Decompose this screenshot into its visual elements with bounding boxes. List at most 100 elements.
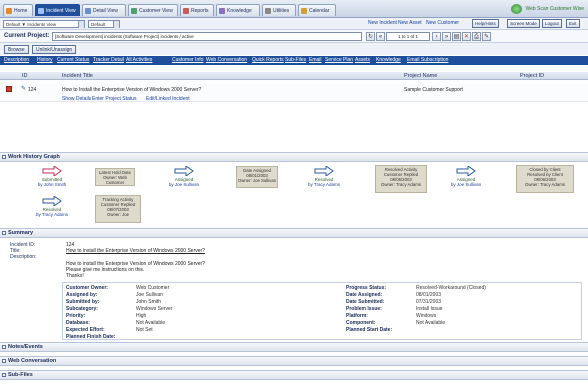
ql-service-plan[interactable]: Service Plan: [325, 57, 353, 63]
ql-description[interactable]: Description: [4, 57, 29, 63]
row-project: Sample Customer Support: [404, 87, 463, 93]
field-label: Problem Issue:: [346, 306, 382, 312]
browse-button[interactable]: Browse: [4, 45, 29, 54]
tab-incident-view[interactable]: Incident View: [35, 4, 80, 16]
filter-select[interactable]: Default: [88, 20, 120, 28]
edit-pencil-icon[interactable]: ✎: [21, 85, 26, 92]
collapse-toggle-icon[interactable]: [2, 155, 6, 159]
export-icon[interactable]: ▤: [452, 32, 461, 41]
view-select[interactable]: Default ▼ Incidents View: [3, 20, 85, 28]
exit-button[interactable]: Exit: [566, 19, 580, 28]
tab-knowledge[interactable]: Knowledge: [216, 4, 260, 16]
arrow-right-icon: [456, 166, 476, 176]
row-title[interactable]: How to Install the Enterprise Version of…: [62, 87, 201, 93]
calendar-icon: [301, 8, 307, 14]
tab-calendar[interactable]: Calendar: [298, 4, 336, 16]
row-id[interactable]: 124: [28, 87, 36, 93]
title-value[interactable]: How to install the Enterprise Version of…: [66, 248, 205, 254]
col-project-name[interactable]: Project Name: [404, 73, 437, 79]
utilities-icon: [265, 8, 271, 14]
ql-knowledge[interactable]: Knowledge: [376, 57, 401, 63]
section-sub-files[interactable]: Sub-Files: [0, 370, 588, 380]
ql-tracker-detail[interactable]: Tracker Detail: [93, 57, 124, 63]
close-icon[interactable]: ✕: [462, 32, 471, 41]
workflow-node: Resolved by Tracy Adams: [32, 196, 72, 217]
field-label: Progress Status:: [346, 285, 387, 291]
section-web-conversation[interactable]: Web Conversation: [0, 356, 588, 366]
field-value: High: [136, 313, 147, 319]
workflow-node: Submitted by John Smith: [32, 166, 72, 187]
logo-icon: [511, 4, 523, 14]
field-label: Subcategory:: [66, 306, 98, 312]
expand-toggle-icon[interactable]: [2, 359, 6, 363]
field-label: Expected Effort:: [66, 327, 105, 333]
new-customer-link[interactable]: New Customer: [426, 20, 459, 26]
col-id[interactable]: ID: [22, 73, 28, 79]
refresh-icon[interactable]: ↻: [366, 32, 375, 41]
field-value: Windows: [416, 313, 437, 319]
action-bar: [0, 43, 588, 55]
ql-email-subscription[interactable]: Email Subscription: [407, 57, 448, 63]
arrow-right-icon: [174, 166, 194, 176]
workflow-node: Assigned by Joe Sullivan: [164, 166, 204, 187]
arrow-right-icon: [314, 166, 334, 176]
next-page-icon[interactable]: ›: [432, 32, 441, 41]
field-value: Joe Sullivan: [136, 292, 163, 298]
ql-email[interactable]: Email: [309, 57, 322, 63]
pager-input[interactable]: 1 to 1 of 1: [386, 32, 430, 41]
enter-project-status-link[interactable]: Enter Project Status: [92, 96, 136, 102]
section-summary[interactable]: Summary: [0, 228, 588, 238]
logout-button[interactable]: Logout: [542, 19, 562, 28]
first-page-icon[interactable]: «: [376, 32, 385, 41]
section-notes[interactable]: Notes/Events: [0, 342, 588, 352]
tab-utilities[interactable]: Utilities: [262, 4, 296, 16]
current-project-input[interactable]: [Software Development] incidents (Softwa…: [52, 32, 362, 41]
show-details-link[interactable]: Show Details: [62, 96, 91, 102]
section-work-history[interactable]: Work History Graph: [0, 152, 588, 162]
expand-toggle-icon[interactable]: [2, 345, 6, 349]
ql-assets[interactable]: Assets: [355, 57, 370, 63]
description-label: Description:: [10, 254, 37, 260]
arrow-right-icon: [42, 166, 62, 176]
ql-web-conversation[interactable]: Web Conversation: [206, 57, 247, 63]
field-label: Assigned by:: [66, 292, 98, 298]
screen-mode-button[interactable]: Screen Mode: [507, 19, 540, 28]
workflow-node: Resolved by Tracy Adams: [304, 166, 344, 187]
arrow-right-icon: [42, 196, 62, 206]
expand-toggle-icon[interactable]: [2, 373, 6, 377]
ql-sub-files[interactable]: Sub-Files: [285, 57, 306, 63]
tab-reports[interactable]: Reports: [180, 4, 214, 16]
field-value: Not Set: [136, 327, 153, 333]
field-label: Database:: [66, 320, 90, 326]
workflow-box: Resolved Activity Customer Replied 08/05/2…: [375, 165, 427, 193]
edit-linked-incident-link[interactable]: Edit/Linked Incident: [146, 96, 190, 102]
ql-current-status[interactable]: Current Status: [57, 57, 89, 63]
workflow-box: Latest Hold Date Owner: Web Customer: [95, 168, 135, 186]
ql-all-activities[interactable]: All Activities: [126, 57, 152, 63]
col-incident-title[interactable]: Incident Title: [62, 73, 93, 79]
tab-customer-view[interactable]: Customer View: [128, 4, 178, 16]
edit-icon[interactable]: ✎: [482, 32, 491, 41]
current-project-label: Current Project:: [4, 33, 50, 39]
field-label: Component:: [346, 320, 376, 326]
field-label: Platform:: [346, 313, 368, 319]
field-label: Date Assigned:: [346, 292, 383, 298]
chevron-down-icon: [113, 21, 119, 28]
last-page-icon[interactable]: »: [442, 32, 451, 41]
ql-quick-reports[interactable]: Quick Reports: [252, 57, 284, 63]
tab-home[interactable]: Home: [3, 4, 33, 16]
incident-status-icon: [6, 86, 12, 92]
field-value: 08/01/2003: [416, 292, 442, 298]
col-project-id[interactable]: Project ID: [520, 73, 544, 79]
ql-customer-info[interactable]: Customer Info: [172, 57, 203, 63]
unlink-button[interactable]: Unlink/Unassign: [32, 45, 77, 54]
new-incident-link[interactable]: New Incident: [368, 20, 397, 26]
tab-detail-view[interactable]: Detail View: [82, 4, 126, 16]
print-icon[interactable]: ⎙: [472, 32, 481, 41]
ql-history[interactable]: History: [37, 57, 53, 63]
collapse-toggle-icon[interactable]: [2, 231, 6, 235]
help-button[interactable]: Help/Hints: [472, 19, 499, 28]
field-label: Priority:: [66, 313, 86, 319]
new-asset-link[interactable]: New Asset: [398, 20, 422, 26]
workflow-box: Closed by Client Resolved by Client 08/06/…: [516, 165, 574, 193]
